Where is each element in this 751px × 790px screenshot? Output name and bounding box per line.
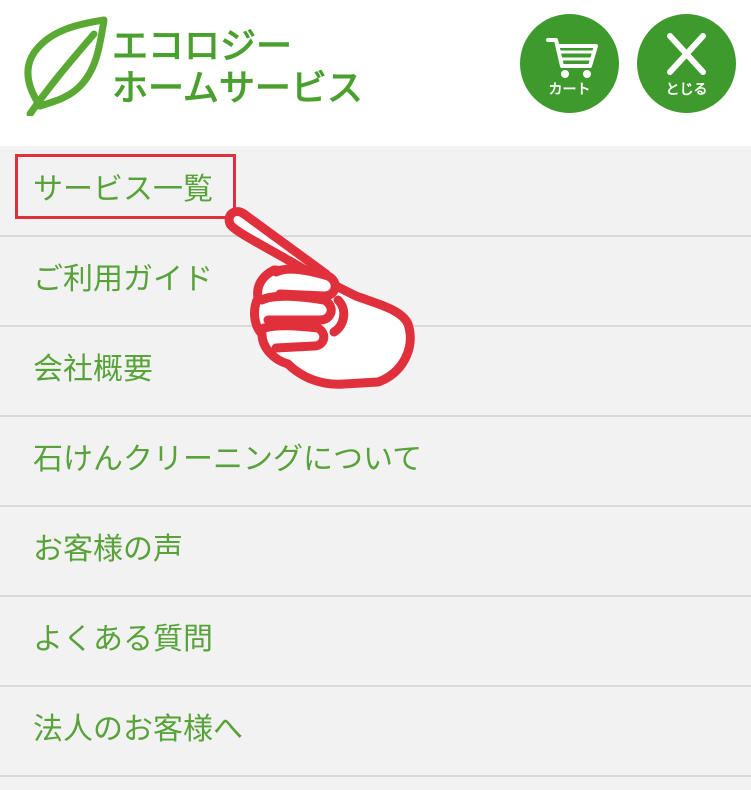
brand-name: エコロジー ホームサービス xyxy=(112,26,363,110)
close-button[interactable]: とじる xyxy=(637,14,736,113)
menu-item-label: 法人のお客様へ xyxy=(33,712,243,747)
site-header: エコロジー ホームサービス カート とじる xyxy=(0,0,751,146)
cart-label: カート xyxy=(548,82,591,98)
close-label: とじる xyxy=(665,82,708,98)
brand-name-line1: エコロジー xyxy=(112,26,293,67)
menu-item-label: お客様の声 xyxy=(33,532,183,567)
menu-item-soap-cleaning[interactable]: 石けんクリーニングについて xyxy=(0,416,751,507)
menu-item-label: 石けんクリーニングについて xyxy=(33,442,423,477)
leaf-icon xyxy=(24,16,108,116)
menu-item-corporate[interactable]: 法人のお客様へ xyxy=(0,686,751,777)
pointing-hand-icon xyxy=(224,207,415,389)
highlight-box xyxy=(15,154,236,219)
menu-item-label: よくある質問 xyxy=(33,622,213,657)
site-logo[interactable]: エコロジー ホームサービス xyxy=(18,16,378,116)
cart-button[interactable]: カート xyxy=(520,14,619,113)
menu-item-label: ご利用ガイド xyxy=(33,262,213,297)
menu-item-label: 会社概要 xyxy=(33,352,153,387)
menu-item-testimonials[interactable]: お客様の声 xyxy=(0,506,751,597)
menu-item-faq[interactable]: よくある質問 xyxy=(0,596,751,687)
brand-name-line2: ホームサービス xyxy=(112,68,363,109)
